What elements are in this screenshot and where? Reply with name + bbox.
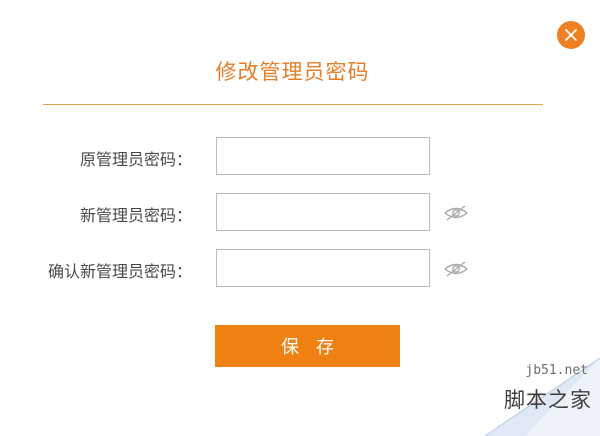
save-button[interactable]: 保 存 xyxy=(215,325,400,367)
new-password-input[interactable] xyxy=(216,193,430,231)
close-button[interactable] xyxy=(557,21,585,49)
title-divider xyxy=(43,104,543,105)
watermark-site: jb51.net xyxy=(525,363,588,378)
confirm-password-input[interactable] xyxy=(216,249,430,287)
close-icon xyxy=(565,29,577,41)
new-password-label: 新管理员密码： xyxy=(79,206,192,225)
dialog-title: 修改管理员密码 xyxy=(215,60,370,84)
new-password-visibility-toggle[interactable] xyxy=(443,203,469,223)
eye-slash-icon xyxy=(443,261,469,277)
old-password-label: 原管理员密码： xyxy=(79,150,192,169)
eye-slash-icon xyxy=(443,205,469,221)
confirm-password-visibility-toggle[interactable] xyxy=(443,259,469,279)
confirm-password-label: 确认新管理员密码： xyxy=(47,262,192,281)
watermark-name: 脚本之家 xyxy=(504,388,592,412)
old-password-input[interactable] xyxy=(216,137,430,175)
